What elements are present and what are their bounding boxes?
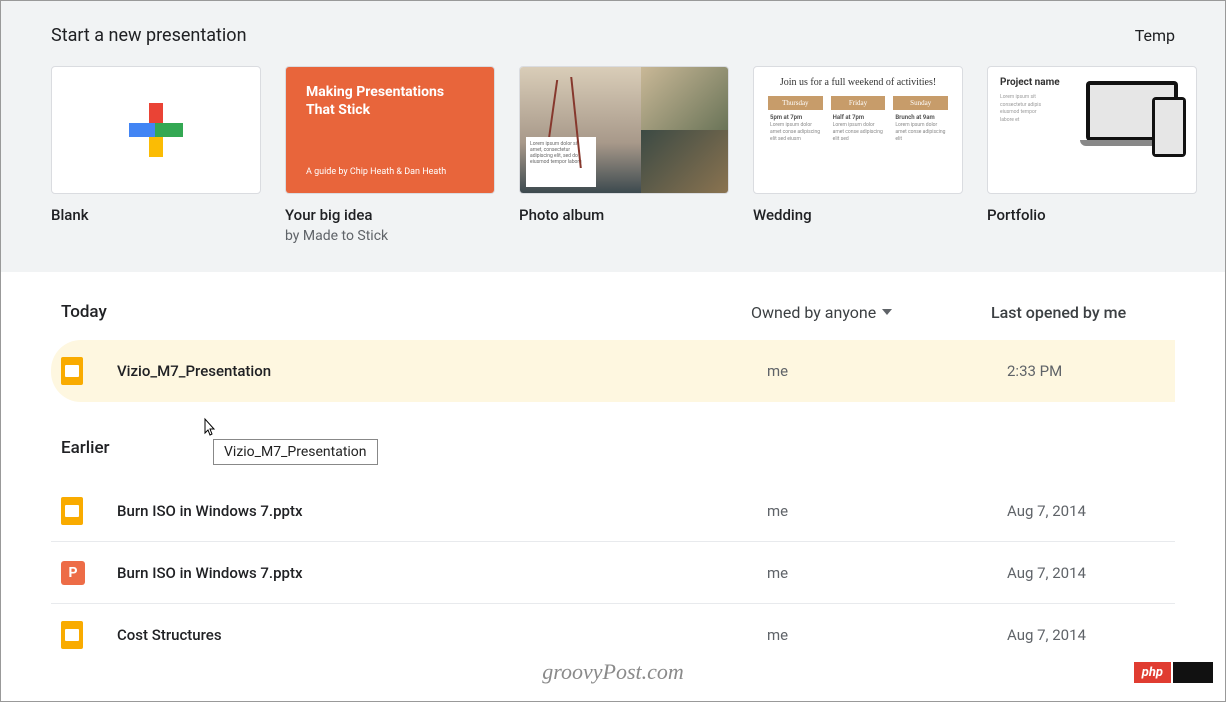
template-photo-album[interactable]: Lorem ipsum dolor sit amet, consectetur …	[519, 66, 729, 244]
slides-icon	[61, 621, 83, 649]
file-owner: me	[767, 502, 1007, 520]
file-date: 2:33 PM	[1007, 362, 1062, 380]
file-name: Vizio_M7_Presentation	[117, 362, 767, 380]
tooltip: Vizio_M7_Presentation	[213, 439, 378, 465]
template-subtitle: by Made to Stick	[285, 228, 495, 244]
file-owner: me	[767, 362, 1007, 380]
file-row[interactable]: P Burn ISO in Windows 7.pptx me Aug 7, 2…	[51, 542, 1175, 604]
file-owner: me	[767, 564, 1007, 582]
template-name: Photo album	[519, 206, 729, 224]
file-name: Burn ISO in Windows 7.pptx	[117, 564, 767, 582]
template-name: Wedding	[753, 206, 963, 224]
plus-icon	[129, 103, 183, 157]
file-name: Cost Structures	[117, 626, 767, 644]
template-gallery-link[interactable]: Temp	[1135, 26, 1175, 45]
template-portfolio[interactable]: Project nameLorem ipsum sitconsectetur a…	[987, 66, 1197, 244]
template-name: Portfolio	[987, 206, 1197, 224]
file-date: Aug 7, 2014	[1007, 626, 1086, 644]
template-blank[interactable]: Blank	[51, 66, 261, 244]
file-row[interactable]: Vizio_M7_Presentation me 2:33 PM	[51, 340, 1175, 402]
powerpoint-icon: P	[61, 561, 85, 585]
php-badge: php	[1134, 662, 1213, 683]
group-label-today: Today	[51, 302, 751, 322]
template-name: Your big idea	[285, 206, 495, 224]
slides-icon	[61, 497, 83, 525]
template-section-title: Start a new presentation	[51, 25, 247, 46]
template-wedding[interactable]: Join us for a full weekend of activities…	[753, 66, 963, 244]
template-big-idea[interactable]: Making Presentations That StickA guide b…	[285, 66, 495, 244]
slides-icon	[61, 357, 83, 385]
file-date: Aug 7, 2014	[1007, 502, 1086, 520]
template-name: Blank	[51, 206, 261, 224]
files-header: Today Owned by anyone Last opened by me	[51, 292, 1175, 340]
files-section: Today Owned by anyone Last opened by me …	[1, 272, 1225, 666]
file-row[interactable]: Cost Structures me Aug 7, 2014	[51, 604, 1175, 666]
sort-column[interactable]: Last opened by me	[991, 303, 1126, 322]
file-date: Aug 7, 2014	[1007, 564, 1086, 582]
file-row[interactable]: Burn ISO in Windows 7.pptx me Aug 7, 201…	[51, 480, 1175, 542]
owner-filter-dropdown[interactable]: Owned by anyone	[751, 303, 991, 322]
file-name: Burn ISO in Windows 7.pptx	[117, 502, 767, 520]
chevron-down-icon	[882, 309, 892, 315]
file-owner: me	[767, 626, 1007, 644]
template-gallery: Start a new presentation Temp Blank Maki…	[1, 1, 1225, 272]
watermark: groovyPost.com	[542, 659, 684, 685]
